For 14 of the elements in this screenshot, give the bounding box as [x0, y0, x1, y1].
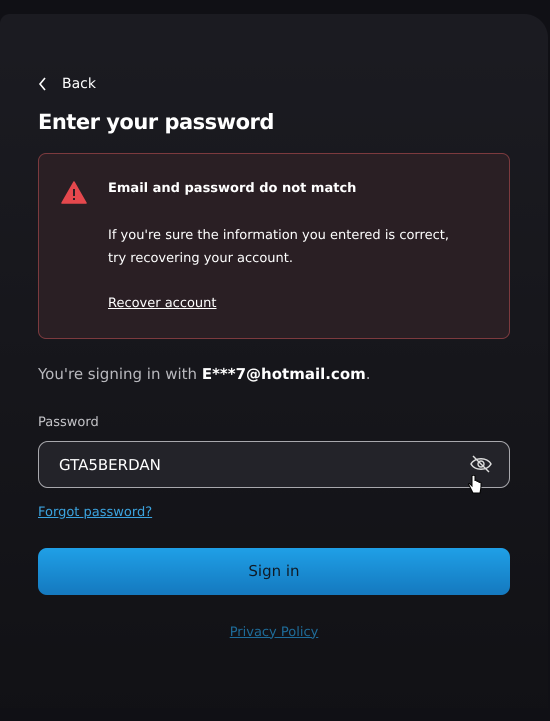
hand-cursor-icon	[468, 475, 482, 495]
warning-icon	[61, 181, 87, 204]
recover-account-link[interactable]: Recover account	[108, 294, 217, 314]
eye-off-icon[interactable]	[470, 455, 492, 473]
page-title: Enter your password	[38, 109, 275, 136]
password-field[interactable]: GTA5BERDAN	[38, 441, 510, 488]
alert-title: Email and password do not match	[108, 180, 358, 198]
back-button[interactable]: Back	[38, 72, 96, 96]
chevron-left-icon	[38, 77, 48, 91]
forgot-password-link[interactable]: Forgot password?	[38, 503, 152, 522]
alert-message: If you're sure the information you entered is correct, try recovering your account.	[108, 227, 450, 268]
sign-in-button[interactable]: Sign in	[38, 548, 510, 594]
signing-in-text: You're signing in with E***7@hotmail.com.	[38, 364, 372, 385]
password-label: Password	[38, 414, 100, 432]
